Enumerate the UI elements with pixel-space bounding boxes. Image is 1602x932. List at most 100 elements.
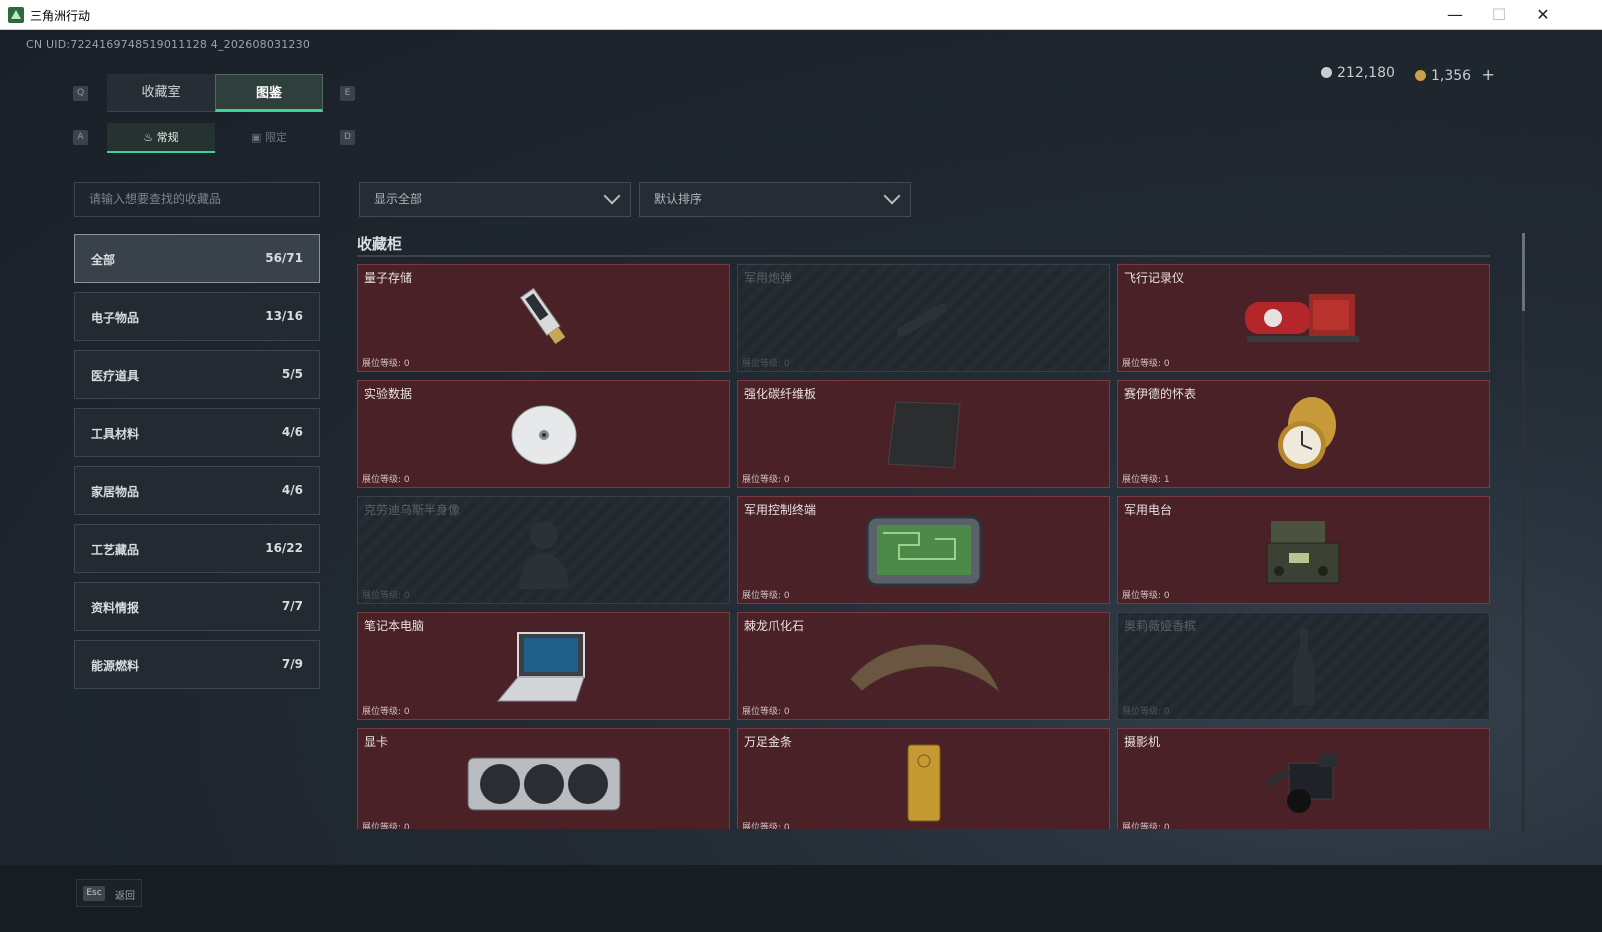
item-name: 奥莉薇娅香槟 (1124, 619, 1197, 633)
category-count: 5/5 (281, 367, 303, 381)
category-electronics[interactable]: 电子物品 13/16 (74, 292, 320, 341)
sort-dropdown[interactable]: 默认排序 (639, 182, 911, 217)
item-name: 赛伊德的怀表 (1124, 387, 1197, 401)
gold-coin-icon (1415, 70, 1426, 81)
category-intel[interactable]: 资料情报 7/7 (74, 582, 320, 631)
champagne-icon (1292, 629, 1315, 705)
item-level: 展位等级: 0 (742, 475, 790, 485)
item-name: 飞行记录仪 (1124, 271, 1185, 285)
item-card[interactable]: 棘龙爪化石 展位等级: 0 (737, 612, 1110, 720)
item-name: 显卡 (364, 735, 389, 749)
item-level: 展位等级: 0 (742, 823, 790, 829)
item-level: 展位等级: 0 (362, 591, 410, 601)
category-all[interactable]: 全部 56/71 (74, 234, 320, 283)
category-label: 工艺藏品 (91, 543, 140, 557)
item-card[interactable]: 万足金条 展位等级: 0 (737, 728, 1110, 829)
item-level: 展位等级: 0 (362, 823, 410, 829)
category-count: 16/22 (265, 541, 303, 555)
window-titlebar: 三角洲行动 — ☐ ✕ (0, 0, 1602, 30)
esc-key-hint: Esc (83, 886, 105, 901)
chevron-down-icon (603, 187, 621, 205)
bust-icon (518, 521, 569, 589)
item-card[interactable]: 量子存储 展位等级: 0 (357, 264, 730, 372)
claw-fossil-icon (848, 643, 1000, 694)
item-name: 万足金条 (744, 735, 793, 749)
category-household[interactable]: 家居物品 4/6 (74, 466, 320, 515)
item-level: 展位等级: 0 (742, 359, 790, 369)
category-count: 4/6 (281, 425, 303, 439)
close-button[interactable]: ✕ (1520, 0, 1566, 30)
category-count: 4/6 (281, 483, 303, 497)
app-logo-icon (8, 7, 24, 23)
item-card[interactable]: 实验数据 展位等级: 0 (357, 380, 730, 488)
carbon-plate-icon (886, 401, 961, 469)
camera-icon (1264, 753, 1337, 813)
item-level: 展位等级: 0 (362, 475, 410, 485)
sort-dropdown-label: 默认排序 (654, 192, 703, 206)
category-tools[interactable]: 工具材料 4/6 (74, 408, 320, 457)
item-card-locked[interactable]: 奥莉薇娅香槟 展位等级: 0 (1117, 612, 1490, 720)
category-crafts[interactable]: 工艺藏品 16/22 (74, 524, 320, 573)
item-card[interactable]: 飞行记录仪 展位等级: 0 (1117, 264, 1490, 372)
pocket-watch-icon (1277, 397, 1336, 469)
grid-scrollbar-track[interactable] (1522, 233, 1525, 833)
item-level: 展位等级: 0 (1122, 591, 1170, 601)
search-input[interactable]: 请输入想要查找的收藏品 (74, 182, 320, 217)
minimize-button[interactable]: — (1432, 0, 1478, 30)
item-card[interactable]: 笔记本电脑 展位等级: 0 (357, 612, 730, 720)
graphics-card-icon (467, 757, 620, 811)
item-name: 强化碳纤维板 (744, 387, 817, 401)
uid-label: CN UID:7224169748519011128 4_20260803123… (26, 38, 311, 51)
item-level: 展位等级: 0 (1122, 823, 1170, 829)
category-count: 56/71 (265, 251, 303, 265)
key-hint-q: Q (73, 86, 88, 101)
category-count: 13/16 (265, 309, 303, 323)
item-name: 棘龙爪化石 (744, 619, 805, 633)
category-energy[interactable]: 能源燃料 7/9 (74, 640, 320, 689)
back-button[interactable]: Esc 返回 (76, 879, 142, 907)
item-name: 实验数据 (364, 387, 413, 401)
subtab-regular[interactable]: ♨ 常规 (107, 123, 215, 153)
flame-icon: ♨ (143, 131, 157, 144)
category-label: 医疗道具 (91, 369, 140, 383)
item-level: 展位等级: 0 (742, 707, 790, 717)
control-terminal-icon (865, 515, 982, 587)
item-card[interactable]: 军用电台 展位等级: 0 (1117, 496, 1490, 604)
add-currency-button[interactable]: + (1482, 65, 1495, 84)
subtab-limited-label: 限定 (264, 131, 287, 144)
key-hint-e: E (340, 86, 355, 101)
item-name: 军用电台 (1124, 503, 1173, 517)
item-level: 展位等级: 0 (742, 591, 790, 601)
category-label: 全部 (91, 253, 116, 267)
key-hint-d: D (340, 130, 355, 145)
radio-icon (1266, 521, 1339, 584)
item-card-locked[interactable]: 克劳迪乌斯半身像 展位等级: 0 (357, 496, 730, 604)
item-card[interactable]: 显卡 展位等级: 0 (357, 728, 730, 829)
item-level: 展位等级: 0 (362, 359, 410, 369)
item-name: 军用控制终端 (744, 503, 817, 517)
shell-icon (896, 303, 947, 337)
item-card-locked[interactable]: 军用炮弹 展位等级: 0 (737, 264, 1110, 372)
category-medical[interactable]: 医疗道具 5/5 (74, 350, 320, 399)
maximize-button[interactable]: ☐ (1476, 0, 1522, 30)
silver-coin-icon (1321, 67, 1332, 78)
currency-silver: 212,180 (1321, 65, 1395, 81)
subtab-limited[interactable]: ▣ 限定 (215, 123, 323, 153)
grid-scrollbar-thumb[interactable] (1522, 233, 1525, 311)
item-card[interactable]: 赛伊德的怀表 展位等级: 1 (1117, 380, 1490, 488)
item-card[interactable]: 强化碳纤维板 展位等级: 0 (737, 380, 1110, 488)
item-card[interactable]: 摄影机 展位等级: 0 (1117, 728, 1490, 829)
gold-bar-icon (907, 744, 940, 822)
key-hint-a: A (73, 130, 88, 145)
category-count: 7/7 (281, 599, 303, 613)
tab-collection-room[interactable]: 收藏室 (107, 74, 215, 112)
chevron-down-icon (883, 187, 901, 205)
item-card[interactable]: 军用控制终端 展位等级: 0 (737, 496, 1110, 604)
category-label: 电子物品 (91, 311, 140, 325)
currency-gold: 1,356 + (1415, 65, 1495, 84)
item-name: 克劳迪乌斯半身像 (364, 503, 461, 517)
gold-amount: 1,356 (1431, 68, 1472, 84)
item-name: 笔记本电脑 (364, 619, 425, 633)
filter-dropdown[interactable]: 显示全部 (359, 182, 631, 217)
tab-codex[interactable]: 图鉴 (215, 74, 323, 112)
